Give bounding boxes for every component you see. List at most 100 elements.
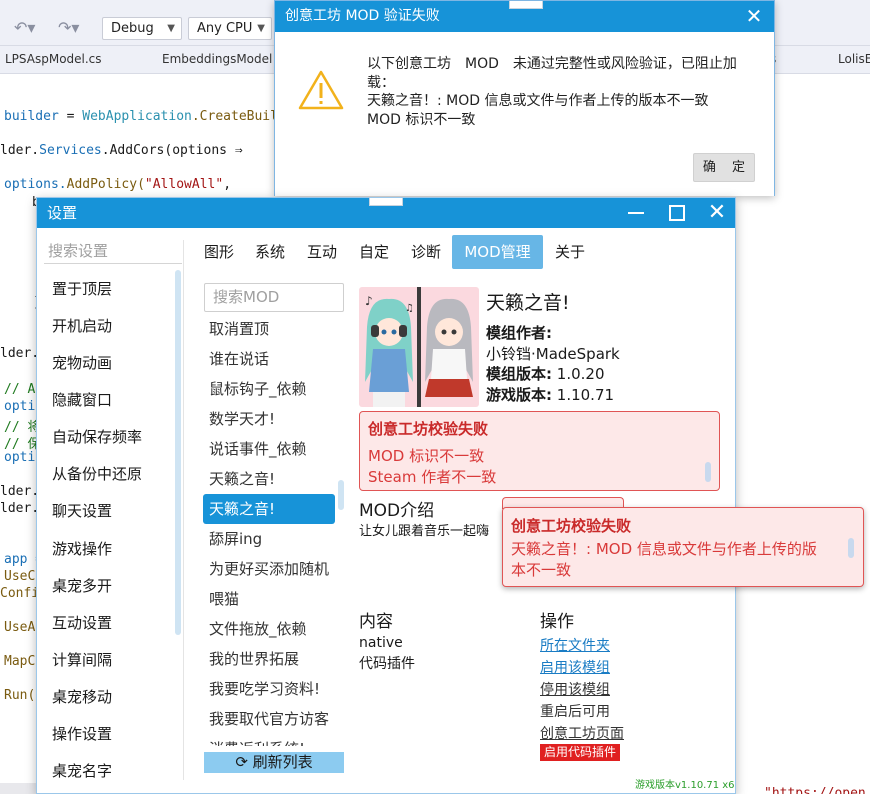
settings-search-input[interactable]: 搜索设置 xyxy=(48,240,108,261)
sidebar-item[interactable]: 开机启动 xyxy=(52,315,112,336)
drag-handle[interactable] xyxy=(369,198,403,206)
ide-tab[interactable]: LolisE xyxy=(838,52,870,66)
error-title: 创意工坊校验失败 xyxy=(511,517,632,535)
code-line: "https://open xyxy=(764,786,866,794)
list-item[interactable]: 谁在说话 xyxy=(203,344,335,374)
sidebar-item[interactable]: 桌宠名字 xyxy=(52,760,112,781)
sidebar-item[interactable]: 计算间隔 xyxy=(52,649,112,670)
svg-text:♫: ♫ xyxy=(405,303,414,314)
list-item[interactable]: 取消置顶 xyxy=(203,316,335,344)
sidebar-scrollbar[interactable] xyxy=(175,270,181,635)
sidebar-item[interactable]: 自动保存频率 xyxy=(52,426,142,447)
intro-text: 让女儿跟着音乐一起嗨 xyxy=(359,524,490,539)
list-item[interactable]: 文件拖放_依赖 xyxy=(203,614,335,644)
list-item[interactable]: 舔屏ing xyxy=(203,524,335,554)
code-line: lder.Services.AddCors(options ⇒ xyxy=(0,143,243,158)
sidebar-item[interactable]: 隐藏窗口 xyxy=(52,389,112,410)
ide-tab[interactable]: EmbeddingsModel xyxy=(162,52,272,66)
list-item[interactable]: 我要取代官方访客 xyxy=(203,704,335,734)
sidebar-item[interactable]: 桌宠移动 xyxy=(52,686,112,707)
mod-list-scrollbar[interactable] xyxy=(338,480,344,510)
refresh-label: 刷新列表 xyxy=(252,753,313,771)
drag-handle[interactable] xyxy=(509,1,543,9)
warning-icon xyxy=(298,70,344,110)
maximize-icon[interactable] xyxy=(663,198,691,228)
ide-tab[interactable]: LPSAspModel.cs xyxy=(5,52,102,66)
sidebar-item[interactable]: 从备份中还原 xyxy=(52,463,142,484)
undo-icon[interactable]: ↶▾ xyxy=(14,18,35,38)
sidebar-item[interactable]: 操作设置 xyxy=(52,723,112,744)
mod-list: 取消置顶 谁在说话 鼠标钩子_依赖 数学天才! 说话事件_依赖 天籁之音! 天籁… xyxy=(203,316,335,746)
divider xyxy=(183,240,184,780)
dialog-message: 以下创意工坊 MOD 未通过完整性或风险验证，已阻止加 载： 天籁之音！: MO… xyxy=(367,55,767,129)
enable-code-plugin-button[interactable]: 启用代码插件 xyxy=(540,744,621,761)
refresh-list-button[interactable]: ⟳ 刷新列表 xyxy=(204,752,344,773)
list-item-selected[interactable]: 天籁之音! xyxy=(203,494,335,524)
settings-window: 设置 ✕ 搜索设置 置于顶层 开机启动 宠物动画 隐藏窗口 自动保存频率 从备份… xyxy=(36,197,736,794)
refresh-icon: ⟳ xyxy=(235,753,248,771)
code-line: Run( xyxy=(4,688,36,703)
list-item[interactable]: 我要吃学习资料! xyxy=(203,674,335,704)
mod-name: 天籁之音! xyxy=(486,292,570,314)
message-line: MOD 标识不一致 xyxy=(367,111,476,128)
error-scrollbar[interactable] xyxy=(705,462,711,482)
restart-note: 重启后可用 xyxy=(540,704,610,720)
tab-system[interactable]: 系统 xyxy=(251,235,289,269)
mod-search-input[interactable]: 搜索MOD xyxy=(204,283,344,312)
dialog-title: 创意工坊 MOD 验证失败 xyxy=(285,8,440,24)
tab-graphics[interactable]: 图形 xyxy=(200,235,238,269)
list-item[interactable]: 说话事件_依赖 xyxy=(203,434,335,464)
chevron-down-icon: ▼ xyxy=(167,23,175,34)
code-line: builder = WebApplication.CreateBuil xyxy=(4,109,278,124)
intro-heading: MOD介绍 xyxy=(359,501,435,521)
dialog-body: 以下创意工坊 MOD 未通过完整性或风险验证，已阻止加 载： 天籁之音！: MO… xyxy=(275,32,774,196)
workshop-page-link[interactable]: 创意工坊页面 xyxy=(540,723,624,743)
list-item[interactable]: 鼠标钩子_依赖 xyxy=(203,374,335,404)
ok-button[interactable]: 确 定 xyxy=(693,153,755,182)
tab-custom[interactable]: 自定 xyxy=(355,235,393,269)
sidebar-item[interactable]: 置于顶层 xyxy=(52,278,112,299)
divider xyxy=(44,263,182,264)
error-title: 创意工坊校验失败 xyxy=(368,420,489,438)
disable-mod-link[interactable]: 停用该模组 xyxy=(540,679,610,699)
tab-diagnostics[interactable]: 诊断 xyxy=(407,235,445,269)
code-line: options.AddPolicy("AllowAll", xyxy=(4,177,232,192)
open-folder-link[interactable]: 所在文件夹 xyxy=(540,635,610,655)
list-item[interactable]: 数学天才! xyxy=(203,404,335,434)
window-title: 设置 xyxy=(47,204,78,222)
enable-mod-link[interactable]: 启用该模组 xyxy=(540,657,610,677)
sidebar-item[interactable]: 宠物动画 xyxy=(52,352,112,373)
close-icon[interactable]: ✕ xyxy=(703,198,731,228)
minimize-icon[interactable] xyxy=(622,198,650,228)
list-item[interactable]: 天籁之音! xyxy=(203,464,335,494)
redo-icon[interactable]: ↷▾ xyxy=(58,18,79,38)
config-select-value: Debug xyxy=(111,21,154,36)
config-select[interactable]: Debug ▼ xyxy=(102,17,182,40)
sidebar-item[interactable]: 桌宠多开 xyxy=(52,575,112,596)
current-line-highlight xyxy=(0,783,40,794)
list-item[interactable]: 喂猫 xyxy=(203,584,335,614)
list-item[interactable]: 我的世界拓展 xyxy=(203,644,335,674)
tab-interaction[interactable]: 互动 xyxy=(303,235,341,269)
chevron-down-icon: ▼ xyxy=(257,23,265,34)
verify-failed-dialog: 创意工坊 MOD 验证失败 ✕ 以下创意工坊 MOD 未通过完整性或风险验证，已… xyxy=(274,0,775,196)
list-item[interactable]: 为更好买添加随机 xyxy=(203,554,335,584)
close-icon[interactable]: ✕ xyxy=(744,1,764,32)
error-scrollbar[interactable] xyxy=(848,538,854,558)
mod-author: 小铃铛·MadeSpark xyxy=(486,345,620,363)
content-item: 代码插件 xyxy=(359,656,415,672)
message-line: 天籁之音！: MOD 信息或文件与作者上传的版本不一致 xyxy=(367,93,709,109)
tab-mod-management[interactable]: MOD管理 xyxy=(452,235,543,269)
workshop-error-box: 创意工坊校验失败 MOD 标识不一致 Steam 作者不一致 xyxy=(359,411,720,491)
game-version: 游戏版本: 1.10.71 xyxy=(486,386,615,404)
sidebar-item[interactable]: 互动设置 xyxy=(52,612,112,633)
error-line: 天籁之音！: MOD 信息或文件与作者上传的版 xyxy=(511,540,817,558)
content-heading: 内容 xyxy=(359,612,393,632)
sidebar-item[interactable]: 游戏操作 xyxy=(52,538,112,559)
tab-about[interactable]: 关于 xyxy=(551,235,589,269)
platform-select[interactable]: Any CPU ▼ xyxy=(188,17,272,40)
svg-text:♪: ♪ xyxy=(365,294,373,308)
list-item[interactable]: 消费返利系统! xyxy=(203,734,335,746)
error-line: 本不一致 xyxy=(511,561,572,579)
sidebar-item[interactable]: 聊天设置 xyxy=(52,500,112,521)
